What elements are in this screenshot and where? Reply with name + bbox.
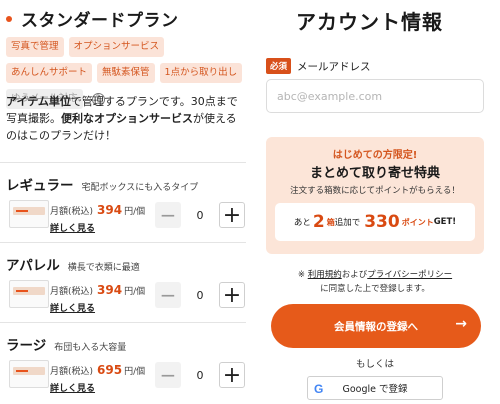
plan-name: レギュラー <box>6 178 74 194</box>
feature-tag: あんしんサポート <box>6 63 93 83</box>
arrow-right-icon: → <box>455 316 467 332</box>
email-label-row: 必須 メールアドレス <box>266 58 371 74</box>
feature-tag: 無駄素保管 <box>97 63 155 83</box>
divider <box>0 242 246 243</box>
box-image <box>9 280 49 308</box>
price-block: 月額(税込) 394 円/個 詳しく見る <box>50 279 145 314</box>
feature-tag: オプションサービス <box>68 37 165 57</box>
account-panel: アカウント情報 必須 メールアドレス はじめての方限定! まとめて取り寄せ特典 … <box>262 0 500 404</box>
email-field[interactable] <box>266 79 484 113</box>
promo-title: まとめて取り寄せ特典 <box>309 166 440 181</box>
promo-mid: 追加で <box>334 218 361 228</box>
quantity-value: 0 <box>196 288 204 302</box>
privacy-policy-link[interactable]: プライバシーポリシー <box>367 270 452 280</box>
price-label: 月額(税込) <box>50 367 94 377</box>
google-signup-button[interactable]: G Google で登録 <box>307 376 443 400</box>
terms-prefix: ※ <box>297 270 306 280</box>
price-unit: 円/個 <box>124 367 146 377</box>
plan-subtitle: 横長で衣類に最適 <box>67 263 140 273</box>
register-button-label: 会員情報の登録へ <box>334 320 418 333</box>
decrement-button[interactable]: − <box>155 362 181 388</box>
promo-pre: あと <box>293 218 311 228</box>
quantity-value: 0 <box>196 368 204 382</box>
email-label: メールアドレス <box>297 60 371 73</box>
required-badge: 必須 <box>266 58 292 74</box>
terms-suffix: に同意した上で登録します。 <box>320 284 430 294</box>
quantity-stepper: − 0 + <box>155 200 245 230</box>
promo-points-unit: ポイント <box>401 217 434 227</box>
feature-tag: 写真で管理 <box>6 37 64 57</box>
promo-points: 330 <box>364 212 400 232</box>
price-value: 695 <box>97 363 123 377</box>
price-block: 月額(税込) 394 円/個 詳しく見る <box>50 199 145 234</box>
register-button[interactable]: 会員情報の登録へ → <box>271 304 481 348</box>
box-image <box>9 360 49 388</box>
price-value: 394 <box>97 203 123 217</box>
decrement-button[interactable]: − <box>155 202 181 228</box>
promo-points-box: あと 2 箱 追加で 330 ポイント GET! <box>275 203 475 241</box>
price-unit: 円/個 <box>124 287 146 297</box>
google-signup-label: Google で登録 <box>342 384 408 395</box>
divider <box>0 162 246 163</box>
promo-suffix: GET! <box>433 217 457 227</box>
account-title: アカウント情報 <box>296 10 443 34</box>
price-label: 月額(税込) <box>50 287 94 297</box>
quantity-value: 0 <box>196 208 204 222</box>
promo-boxes: 2 <box>312 212 325 232</box>
plan-name-row: アパレル 横長で衣類に最適 <box>6 254 140 274</box>
price-unit: 円/個 <box>124 207 146 217</box>
plan-name: ラージ <box>6 338 47 354</box>
box-image <box>9 200 49 228</box>
plan-name: アパレル <box>6 258 60 274</box>
plan-panel: スタンダードプラン 写真で管理 オプションサービス あんしんサポート 無駄素保管… <box>0 0 246 404</box>
feature-tag: 1点から取り出し <box>159 63 243 83</box>
price-label: 月額(税込) <box>50 207 94 217</box>
quantity-stepper: − 0 + <box>155 360 245 390</box>
divider <box>0 322 246 323</box>
promo-boxes-unit: 箱 <box>326 217 335 227</box>
increment-button[interactable]: + <box>219 362 245 388</box>
google-icon: G <box>314 382 324 396</box>
plan-name-row: レギュラー 宅配ボックスにも入るタイプ <box>6 174 198 194</box>
desc-bold: 便利なオプションサービス <box>61 112 193 125</box>
or-divider-text: もしくは <box>355 359 394 370</box>
plan-title-row: スタンダードプラン <box>6 6 179 31</box>
plan-description: アイテム単位で管理するプランです。30点まで写真撮影。便利なオプションサービスが… <box>6 93 244 144</box>
decrement-button[interactable]: − <box>155 282 181 308</box>
increment-button[interactable]: + <box>219 282 245 308</box>
price-block: 月額(税込) 695 円/個 詳しく見る <box>50 359 145 394</box>
price-value: 394 <box>97 283 123 297</box>
plan-title: スタンダードプラン <box>21 11 179 31</box>
plan-subtitle: 宅配ボックスにも入るタイプ <box>81 183 199 193</box>
bullet-dot-icon <box>6 15 12 22</box>
details-link[interactable]: 詳しく見る <box>50 381 145 394</box>
promo-description: 注文する箱数に応じてポイントがもらえる！ <box>290 186 460 196</box>
terms-link[interactable]: 利用規約 <box>308 270 342 280</box>
plan-subtitle: 布団も入る大容量 <box>54 343 127 353</box>
plan-name-row: ラージ 布団も入る大容量 <box>6 334 126 354</box>
details-link[interactable]: 詳しく見る <box>50 221 145 234</box>
promo-card: はじめての方限定! まとめて取り寄せ特典 注文する箱数に応じてポイントがもらえる… <box>266 137 484 254</box>
desc-bold: アイテム単位 <box>6 95 71 108</box>
terms-notice: ※ 利用規約およびプライバシーポリシー に同意した上で登録します。 <box>266 268 484 296</box>
terms-and: および <box>341 270 368 280</box>
quantity-stepper: − 0 + <box>155 280 245 310</box>
details-link[interactable]: 詳しく見る <box>50 301 145 314</box>
promo-tag: はじめての方限定! <box>332 150 418 161</box>
increment-button[interactable]: + <box>219 202 245 228</box>
